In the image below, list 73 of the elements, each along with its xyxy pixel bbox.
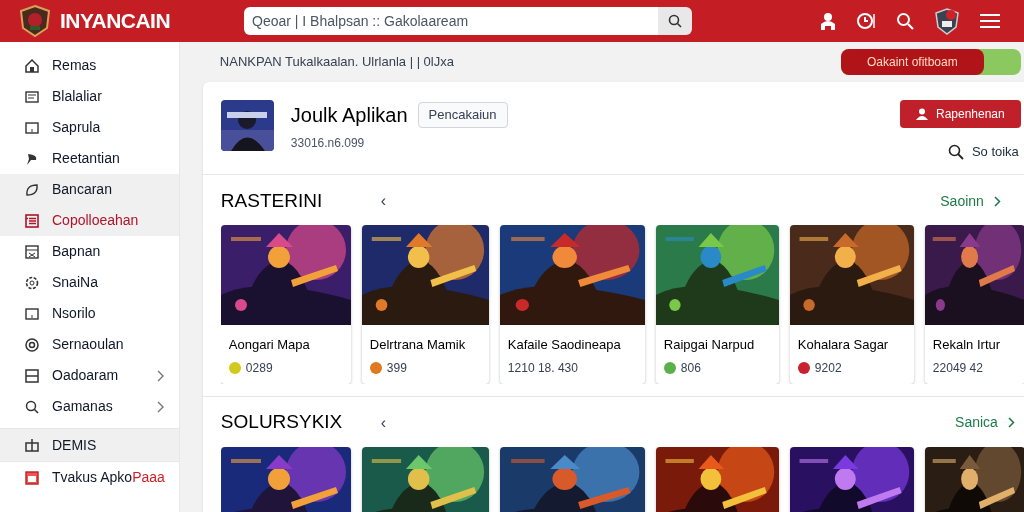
sidebar-item[interactable]: SnaiNa bbox=[0, 267, 179, 298]
search-icon bbox=[24, 398, 40, 415]
sidebar-item[interactable]: Blalaliar bbox=[0, 81, 179, 112]
sidebar-item[interactable]: Remas bbox=[0, 50, 179, 81]
game-title: Rekaln Irtur bbox=[932, 336, 1002, 354]
square-icon bbox=[24, 305, 40, 322]
search-icon[interactable] bbox=[947, 143, 964, 160]
breadcrumb: NANKPAN Tukalkaalan. Ulrlanla | | 0lJxa bbox=[219, 53, 455, 72]
sidebar-item[interactable]: Copolloeahan bbox=[0, 205, 179, 236]
sidebar-item[interactable]: Reetantian bbox=[0, 143, 179, 174]
game-title: Kafaile Saodineapa bbox=[507, 336, 622, 354]
game-card[interactable]: Aongari Mapa 0289 bbox=[220, 225, 351, 384]
person-icon[interactable] bbox=[820, 12, 836, 30]
rating-text: 1210 18. 430 bbox=[507, 359, 578, 377]
rating-text: 399 bbox=[386, 359, 407, 377]
sidebar-item[interactable]: Bancaran bbox=[0, 174, 179, 205]
rating-text: 9202 bbox=[814, 359, 842, 377]
collapse-button[interactable]: ‹ bbox=[380, 189, 387, 213]
gear-icon bbox=[24, 274, 40, 291]
card-icon bbox=[24, 367, 40, 384]
search-field[interactable]: Qeoar | I Bhalpsan :: Gakolaaream bbox=[244, 7, 658, 35]
leaf-icon bbox=[24, 181, 40, 198]
see-all-link[interactable]: Sanica bbox=[955, 412, 1015, 433]
section-title: SOLURSYKIX bbox=[220, 410, 344, 435]
sidebar-item[interactable]: Bapnan bbox=[0, 236, 179, 267]
category-tag[interactable]: Pencakaiun bbox=[417, 102, 508, 128]
window-icon bbox=[24, 88, 40, 105]
chevron-right-icon bbox=[156, 400, 165, 413]
sidebar-item[interactable]: Saprula bbox=[0, 112, 179, 143]
shield-logo-icon bbox=[18, 4, 52, 38]
game-card[interactable]: Kohalara Sagar 9202 bbox=[789, 225, 914, 384]
grid-icon bbox=[24, 243, 40, 260]
game-title: Delrtrana Mamik bbox=[369, 336, 467, 354]
game-title: Aongari Mapa bbox=[228, 336, 311, 354]
app-title: Joulk Aplikan bbox=[290, 103, 408, 128]
sidebar-item[interactable]: DEMIS bbox=[0, 428, 179, 462]
person-icon bbox=[916, 108, 928, 120]
sidebar-item[interactable]: Nsorilo bbox=[0, 298, 179, 329]
chevron-right-icon bbox=[1007, 417, 1015, 428]
rating-text: 22049 42 bbox=[932, 359, 983, 377]
sidebar-item[interactable]: Tvakus ApkoPaaa bbox=[0, 462, 179, 493]
menu-icon[interactable] bbox=[980, 13, 1000, 29]
list-icon bbox=[24, 212, 40, 229]
calendar-icon bbox=[24, 469, 40, 486]
game-title: Raipgai Narpud bbox=[663, 336, 756, 354]
avatar-shield-icon[interactable] bbox=[934, 7, 960, 35]
rating-text: 0289 bbox=[245, 359, 273, 377]
disc-icon bbox=[24, 336, 40, 353]
promo-toggle[interactable]: Oakaint ofitboam bbox=[840, 49, 1021, 75]
game-card[interactable]: Raipgai Narpud 806 bbox=[655, 225, 779, 384]
game-card[interactable]: Kafaile Saodineapa 1210 18. 430 bbox=[499, 225, 645, 384]
see-all-link[interactable]: Saoinn bbox=[940, 190, 1001, 212]
sidebar-item[interactable]: Gamanas bbox=[0, 391, 179, 422]
sidebar-item[interactable]: Sernaoulan bbox=[0, 329, 179, 360]
game-title: Kohalara Sagar bbox=[797, 336, 890, 354]
chevron-right-icon bbox=[993, 195, 1001, 207]
box-icon bbox=[24, 437, 40, 453]
app-meta: 33016.n6.099 bbox=[290, 135, 366, 152]
clock-icon[interactable] bbox=[856, 11, 876, 31]
square-icon bbox=[24, 119, 40, 136]
rating-text: 806 bbox=[680, 359, 701, 377]
sidebar-item[interactable]: Oadoaram bbox=[0, 360, 179, 391]
search-button[interactable] bbox=[658, 7, 692, 35]
game-card[interactable]: Delrtrana Mamik 399 bbox=[361, 225, 489, 384]
search-icon bbox=[668, 14, 682, 28]
brand-name: INYANCAIN bbox=[60, 8, 172, 35]
game-card[interactable]: Rekaln Irtur 22049 42 bbox=[924, 225, 1024, 384]
chevron-right-icon bbox=[156, 369, 165, 382]
install-button[interactable]: Rapenhenan bbox=[899, 100, 1021, 128]
home-icon bbox=[24, 57, 40, 74]
search-label[interactable]: So toika bbox=[971, 142, 1019, 162]
section-title: RASTERINI bbox=[220, 188, 324, 213]
collapse-button[interactable]: ‹ bbox=[380, 410, 387, 435]
